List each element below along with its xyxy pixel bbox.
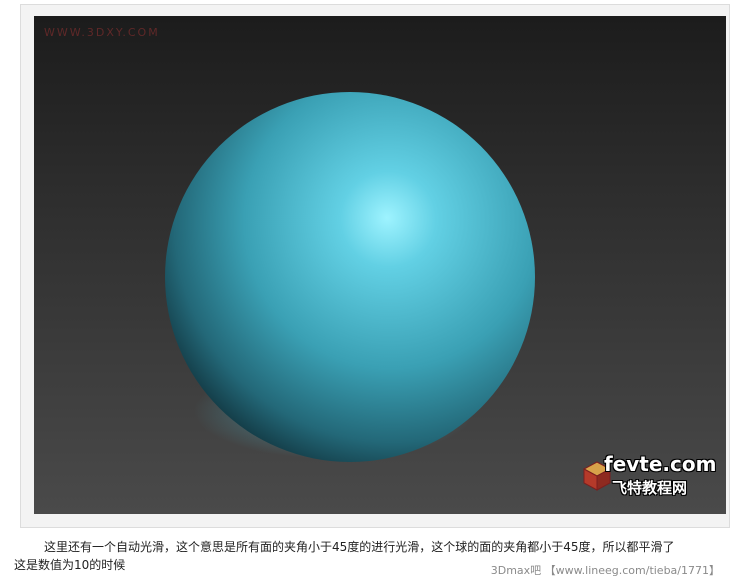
logo-chinese-text: 飞特教程网 bbox=[612, 479, 688, 497]
caption-paragraph: 这里还有一个自动光滑，这个意思是所有面的夹角小于45度的进行光滑，这个球的面的夹… bbox=[44, 540, 675, 554]
render-viewport: WWW.3DXY.COM fevte.com 飞特教程网 bbox=[34, 16, 726, 514]
sphere-body bbox=[165, 92, 535, 462]
sphere-render bbox=[165, 92, 535, 462]
logo-domain-text: fevte.com bbox=[604, 452, 717, 476]
source-watermark: 3Dmax吧 【www.lineeg.com/tieba/1771】 bbox=[490, 564, 720, 577]
page: WWW.3DXY.COM fevte.com 飞特教程网 这里还有一个自动光滑，… bbox=[0, 0, 750, 584]
site-logo: fevte.com 飞特教程网 bbox=[582, 452, 720, 508]
